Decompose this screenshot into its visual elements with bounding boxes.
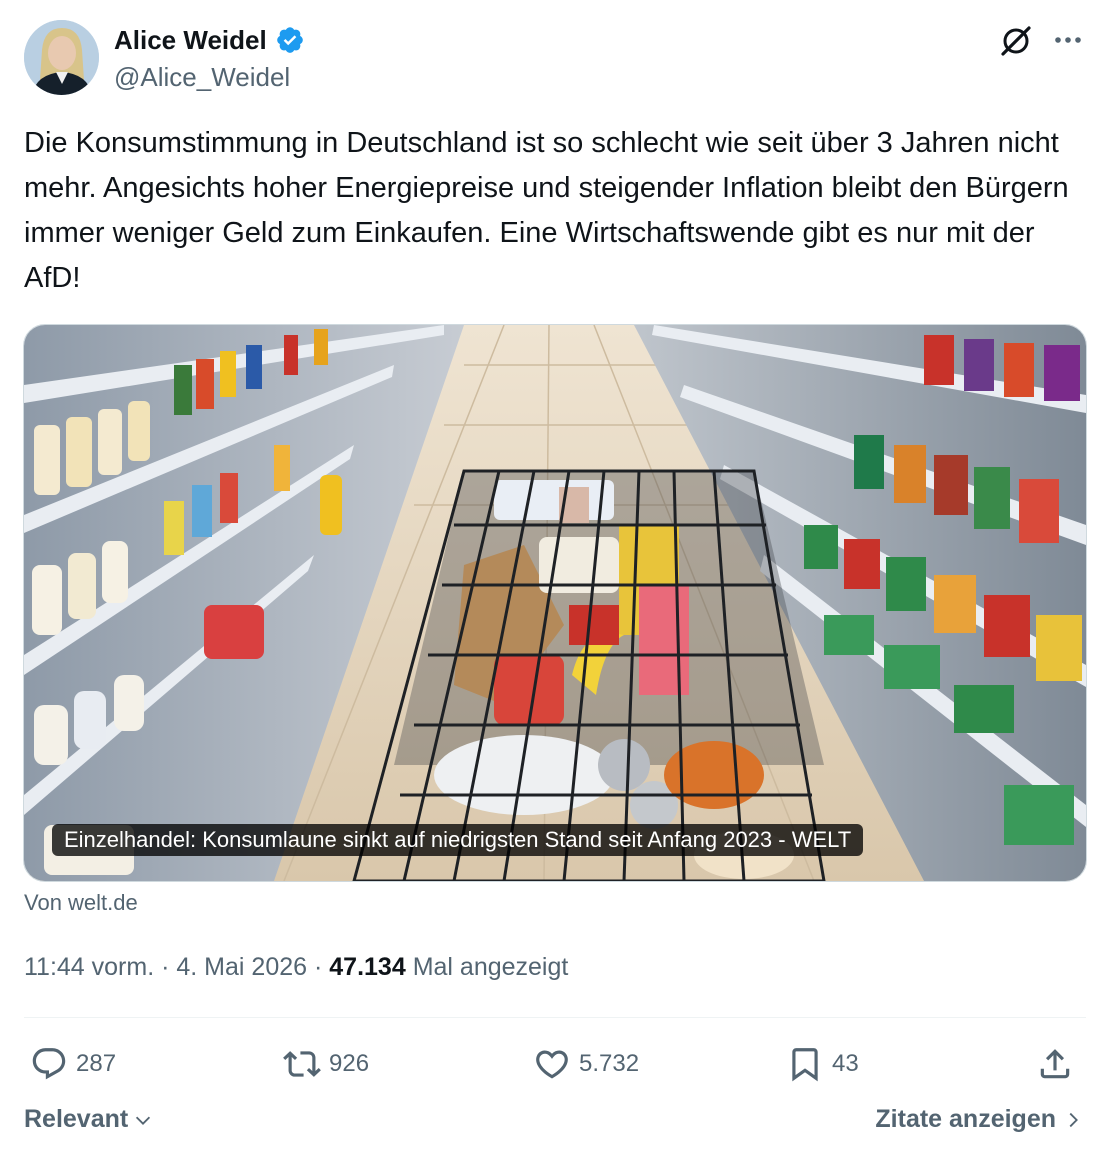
repost-button[interactable]: 926 [283,1042,369,1086]
chevron-down-icon [136,1116,151,1125]
tweet-meta: 11:44 vorm. · 4. Mai 2026 · 47.134 Mal a… [24,953,568,982]
chevron-right-icon [1069,1112,1078,1127]
sort-replies-dropdown[interactable]: Relevant [24,1105,154,1134]
tweet-time[interactable]: 11:44 vorm. [24,953,154,981]
meta-separator: · [313,953,323,981]
link-card-caption[interactable]: Einzelhandel: Konsumlaune sinkt auf nied… [52,824,864,856]
author-name-row: Alice Weidel [114,22,305,58]
like-count: 5.732 [579,1050,640,1077]
reply-count: 287 [76,1050,117,1077]
sort-label: Relevant [24,1105,129,1133]
link-card-image[interactable] [23,324,1087,882]
bookmark-icon [792,1048,818,1082]
author-avatar[interactable] [24,20,99,95]
divider [24,1017,1086,1018]
author-name[interactable]: Alice Weidel [114,25,267,56]
reply-icon [32,1048,66,1080]
like-button[interactable]: 5.732 [533,1042,639,1086]
verified-badge-icon[interactable] [275,25,305,55]
tweet-date[interactable]: 4. Mai 2026 [176,953,307,981]
quotes-label: Zitate anzeigen [875,1105,1056,1133]
author-handle[interactable]: @Alice_Weidel [114,62,290,93]
more-icon[interactable] [1050,22,1086,58]
view-count-label: Mal angezeigt [412,953,569,981]
view-quotes-link[interactable]: Zitate anzeigen [875,1105,1084,1134]
bookmark-count: 43 [832,1050,859,1077]
meta-separator: · [161,953,170,981]
reply-button[interactable]: 287 [30,1042,116,1086]
like-icon [536,1050,568,1079]
link-source[interactable]: Von welt.de [24,890,138,916]
share-icon [1040,1049,1070,1079]
bookmark-button[interactable]: 43 [786,1042,859,1086]
repost-icon [283,1051,321,1077]
share-button[interactable] [1036,1042,1074,1086]
view-count: 47.134 [329,953,406,981]
tweet-text: Die Konsumstimmung in Deutschland ist so… [24,127,1069,294]
repost-count: 926 [329,1050,370,1077]
grok-icon[interactable] [998,22,1034,58]
